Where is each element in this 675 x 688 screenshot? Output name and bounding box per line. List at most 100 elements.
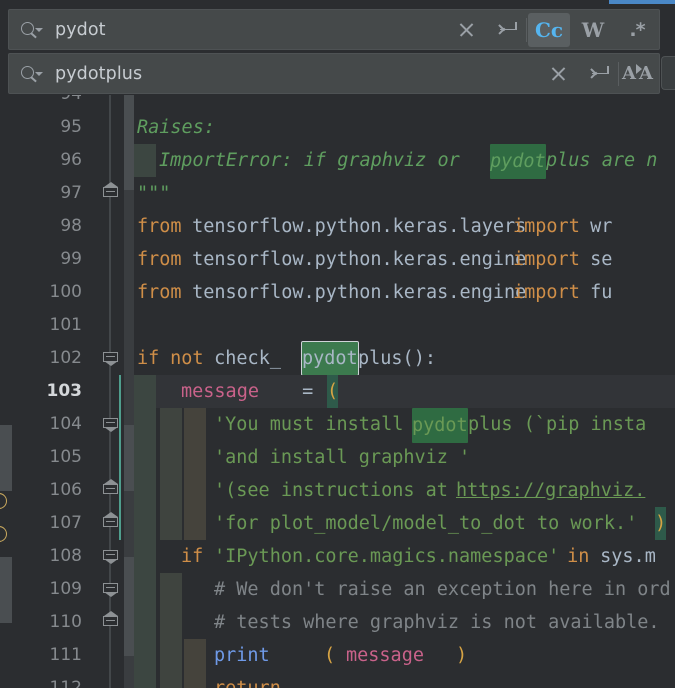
line-number: 104	[49, 414, 82, 434]
indent-guide	[134, 408, 156, 441]
line-number: 112	[49, 678, 82, 688]
code-line[interactable]: print ( message )	[134, 639, 675, 672]
indent-guide	[160, 474, 182, 507]
indent-guide	[160, 672, 182, 688]
line-number: 108	[49, 546, 82, 566]
code-keyword: from	[137, 282, 182, 303]
code-string: 'for plot_model/model_to_dot to work.'	[214, 513, 638, 534]
indent-guide	[134, 507, 156, 540]
line-number: 106	[49, 480, 82, 500]
url-link[interactable]: https://graphviz.	[456, 474, 645, 507]
replace-input[interactable]: pydotplus	[55, 64, 538, 84]
line-number-gutter: 94 95 96 97 98 99 100 101 102 103 104 10…	[12, 95, 96, 688]
replace-row[interactable]: pydotplus AA	[8, 53, 660, 94]
code-line[interactable]: """	[134, 177, 675, 210]
code-editor[interactable]: 94 95 96 97 98 99 100 101 102 103 104 10…	[0, 95, 675, 688]
fold-expand-icon[interactable]	[103, 550, 118, 564]
gutter-marker	[0, 425, 12, 491]
indent-guide	[134, 573, 156, 606]
search-match: pydot	[412, 408, 468, 443]
regex-toggle[interactable]: .*	[616, 13, 658, 47]
fold-collapse-icon[interactable]	[103, 479, 118, 498]
code-line[interactable]: from tensorflow.python.keras.engine impo…	[134, 276, 675, 309]
search-clear-button[interactable]	[446, 10, 486, 49]
code-line[interactable]: from tensorflow.python.keras.engine impo…	[134, 243, 675, 276]
breakpoint-icon[interactable]	[0, 526, 7, 542]
fold-collapse-icon[interactable]	[103, 611, 118, 630]
code-token: tensorflow.python.keras.engine	[181, 249, 538, 270]
annotation-marker	[124, 95, 134, 190]
fold-collapse-icon[interactable]	[103, 182, 118, 201]
search-match-current: pydot	[301, 341, 359, 376]
close-icon	[458, 21, 475, 38]
code-line[interactable]	[134, 309, 675, 342]
code-token: Raises:	[137, 117, 215, 138]
preserve-case-toggle[interactable]: AA	[619, 54, 659, 93]
search-input[interactable]: pydot	[55, 20, 446, 40]
indent-guide	[134, 639, 156, 672]
return-arrow-icon	[496, 21, 517, 38]
code-keyword: in	[556, 546, 590, 567]
code-line[interactable]: # tests where graphviz is not available.	[134, 606, 675, 639]
search-match: pydot	[490, 144, 546, 179]
line-number: 95	[60, 117, 82, 137]
code-folding-gutter[interactable]	[96, 95, 124, 688]
breakpoint-gutter[interactable]	[0, 95, 12, 688]
code-token: """	[137, 183, 171, 204]
line-number: 111	[49, 645, 82, 665]
code-comment: # tests where graphviz is not available.	[214, 612, 660, 633]
code-line[interactable]: Raises:	[134, 111, 675, 144]
find-replace-panel: pydot Cc W .* pydotplus AA	[0, 6, 675, 95]
fold-expand-icon[interactable]	[103, 352, 118, 366]
code-keyword: return	[214, 672, 281, 688]
code-keyword: if	[181, 546, 204, 567]
code-line[interactable]: # We don't raise an exception here in or…	[134, 573, 675, 606]
code-bracket: )	[456, 645, 468, 666]
breakpoint-icon[interactable]	[0, 493, 7, 509]
indent-guide	[160, 408, 182, 441]
panel-side-handle[interactable]	[661, 56, 675, 90]
search-history-button[interactable]	[486, 10, 526, 49]
replace-magnifier-icon[interactable]	[9, 54, 55, 93]
code-keyword: import	[513, 282, 580, 303]
line-number: 101	[49, 315, 82, 335]
code-line[interactable]	[134, 95, 675, 111]
code-line[interactable]: ImportError: if graphviz or pydot plus a…	[134, 144, 675, 179]
replace-history-button[interactable]	[578, 54, 618, 93]
code-line[interactable]: 'You must install pydot plus (`pip insta	[134, 408, 675, 443]
search-row[interactable]: pydot Cc W .*	[8, 9, 660, 50]
fold-collapse-icon[interactable]	[103, 512, 118, 531]
match-case-toggle[interactable]: Cc	[528, 12, 570, 47]
code-line[interactable]: from tensorflow.python.keras.layers impo…	[134, 210, 675, 243]
code-line[interactable]: if not check_ pydot plus():	[134, 341, 675, 376]
code-line[interactable]: if 'IPython.core.magics.namespace' in sy…	[134, 540, 675, 573]
code-token: wr	[579, 216, 613, 237]
annotation-marker	[124, 557, 134, 656]
ide-window: pydot Cc W .* pydotplus AA 95 96 97 98 9…	[0, 0, 675, 688]
code-line[interactable]: 'for plot_model/model_to_dot to work.' )	[134, 507, 675, 540]
indent-guide	[160, 639, 182, 672]
replace-clear-button[interactable]	[538, 54, 578, 93]
annotation-gutter[interactable]	[124, 95, 134, 688]
code-token: check_	[203, 348, 281, 369]
line-number: 100	[49, 282, 82, 302]
code-bracket: (	[324, 645, 336, 666]
code-line[interactable]: '(see instructions at https://graphviz.	[134, 474, 675, 507]
line-number: 98	[60, 216, 82, 236]
indent-guide	[184, 639, 206, 672]
return-arrow-icon	[588, 65, 609, 82]
code-variable: message	[346, 645, 424, 666]
code-line-current[interactable]: message = (	[134, 375, 675, 408]
line-number: 97	[60, 183, 82, 203]
line-number: 105	[49, 447, 82, 467]
whole-words-toggle[interactable]: W	[572, 13, 614, 47]
code-content[interactable]: Raises: ImportError: if graphviz or pydo…	[134, 95, 675, 688]
fold-expand-icon[interactable]	[103, 418, 118, 432]
code-string: 'and install graphviz '	[214, 447, 471, 468]
fold-expand-icon[interactable]	[103, 583, 118, 597]
search-magnifier-icon[interactable]	[9, 10, 55, 49]
code-line[interactable]: return	[134, 672, 675, 688]
line-number: 110	[49, 612, 82, 632]
code-line[interactable]: 'and install graphviz '	[134, 441, 675, 474]
close-icon	[550, 65, 567, 82]
